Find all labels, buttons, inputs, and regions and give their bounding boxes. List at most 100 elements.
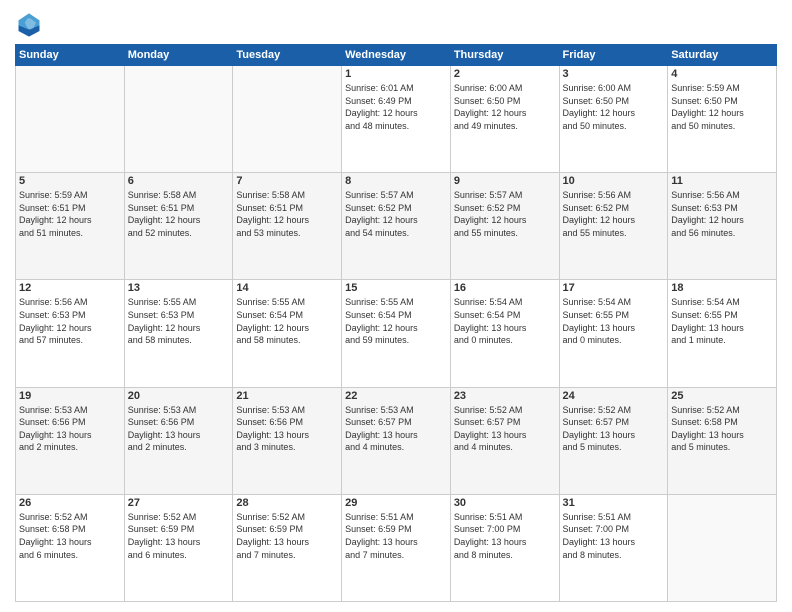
calendar-week-row: 12Sunrise: 5:56 AM Sunset: 6:53 PM Dayli…	[16, 280, 777, 387]
day-info: Sunrise: 5:53 AM Sunset: 6:56 PM Dayligh…	[236, 404, 338, 454]
day-info: Sunrise: 5:59 AM Sunset: 6:51 PM Dayligh…	[19, 189, 121, 239]
day-number: 11	[671, 175, 773, 187]
day-number: 18	[671, 282, 773, 294]
day-number: 31	[563, 497, 665, 509]
day-number: 7	[236, 175, 338, 187]
calendar-cell: 5Sunrise: 5:59 AM Sunset: 6:51 PM Daylig…	[16, 173, 125, 280]
day-info: Sunrise: 5:55 AM Sunset: 6:54 PM Dayligh…	[236, 296, 338, 346]
day-number: 2	[454, 68, 556, 80]
calendar-table: SundayMondayTuesdayWednesdayThursdayFrid…	[15, 44, 777, 602]
day-number: 24	[563, 390, 665, 402]
day-info: Sunrise: 5:53 AM Sunset: 6:56 PM Dayligh…	[19, 404, 121, 454]
calendar-cell: 12Sunrise: 5:56 AM Sunset: 6:53 PM Dayli…	[16, 280, 125, 387]
day-number: 25	[671, 390, 773, 402]
day-info: Sunrise: 5:56 AM Sunset: 6:53 PM Dayligh…	[19, 296, 121, 346]
day-header-monday: Monday	[124, 45, 233, 66]
day-number: 27	[128, 497, 230, 509]
day-info: Sunrise: 5:52 AM Sunset: 6:58 PM Dayligh…	[671, 404, 773, 454]
day-header-saturday: Saturday	[668, 45, 777, 66]
day-info: Sunrise: 5:51 AM Sunset: 6:59 PM Dayligh…	[345, 511, 447, 561]
calendar-cell: 17 Sunrise: 5:54 AM Sunset: 6:55 PM Dayli…	[559, 280, 668, 387]
logo-icon	[15, 10, 43, 38]
day-header-wednesday: Wednesday	[342, 45, 451, 66]
day-number: 1	[345, 68, 447, 80]
day-info: Sunrise: 6:01 AM Sunset: 6:49 PM Dayligh…	[345, 82, 447, 132]
calendar-header-row: SundayMondayTuesdayWednesdayThursdayFrid…	[16, 45, 777, 66]
calendar-cell: 10Sunrise: 5:56 AM Sunset: 6:52 PM Dayli…	[559, 173, 668, 280]
calendar-cell	[16, 66, 125, 173]
calendar-cell: 31 Sunrise: 5:51 AM Sunset: 7:00 PM Dayli…	[559, 494, 668, 601]
day-info: Sunrise: 5:59 AM Sunset: 6:50 PM Dayligh…	[671, 82, 773, 132]
calendar-cell: 3 Sunrise: 6:00 AM Sunset: 6:50 PM Daylig…	[559, 66, 668, 173]
calendar-cell: 6Sunrise: 5:58 AM Sunset: 6:51 PM Daylig…	[124, 173, 233, 280]
day-number: 29	[345, 497, 447, 509]
day-number: 10	[563, 175, 665, 187]
calendar-cell: 8 Sunrise: 5:57 AM Sunset: 6:52 PM Daylig…	[342, 173, 451, 280]
day-number: 6	[128, 175, 230, 187]
day-info: Sunrise: 5:55 AM Sunset: 6:53 PM Dayligh…	[128, 296, 230, 346]
day-header-tuesday: Tuesday	[233, 45, 342, 66]
calendar-cell: 16 Sunrise: 5:54 AM Sunset: 6:54 PM Dayli…	[450, 280, 559, 387]
day-info: Sunrise: 5:54 AM Sunset: 6:55 PM Dayligh…	[563, 296, 665, 346]
header	[15, 10, 777, 38]
day-info: Sunrise: 5:52 AM Sunset: 6:59 PM Dayligh…	[128, 511, 230, 561]
day-info: Sunrise: 5:57 AM Sunset: 6:52 PM Dayligh…	[454, 189, 556, 239]
logo	[15, 10, 47, 38]
page: SundayMondayTuesdayWednesdayThursdayFrid…	[0, 0, 792, 612]
calendar-cell: 9 Sunrise: 5:57 AM Sunset: 6:52 PM Daylig…	[450, 173, 559, 280]
calendar-cell	[124, 66, 233, 173]
calendar-cell: 14Sunrise: 5:55 AM Sunset: 6:54 PM Dayli…	[233, 280, 342, 387]
day-info: Sunrise: 5:52 AM Sunset: 6:58 PM Dayligh…	[19, 511, 121, 561]
day-header-thursday: Thursday	[450, 45, 559, 66]
calendar-week-row: 5Sunrise: 5:59 AM Sunset: 6:51 PM Daylig…	[16, 173, 777, 280]
calendar-cell: 15Sunrise: 5:55 AM Sunset: 6:54 PM Dayli…	[342, 280, 451, 387]
day-number: 28	[236, 497, 338, 509]
day-info: Sunrise: 5:53 AM Sunset: 6:56 PM Dayligh…	[128, 404, 230, 454]
calendar-cell: 13 Sunrise: 5:55 AM Sunset: 6:53 PM Dayli…	[124, 280, 233, 387]
day-info: Sunrise: 5:56 AM Sunset: 6:53 PM Dayligh…	[671, 189, 773, 239]
day-info: Sunrise: 5:53 AM Sunset: 6:57 PM Dayligh…	[345, 404, 447, 454]
day-number: 23	[454, 390, 556, 402]
calendar-cell: 22 Sunrise: 5:53 AM Sunset: 6:57 PM Dayli…	[342, 387, 451, 494]
day-number: 16	[454, 282, 556, 294]
day-number: 20	[128, 390, 230, 402]
calendar-cell: 7 Sunrise: 5:58 AM Sunset: 6:51 PM Daylig…	[233, 173, 342, 280]
calendar-cell: 21 Sunrise: 5:53 AM Sunset: 6:56 PM Dayli…	[233, 387, 342, 494]
calendar-cell: 23 Sunrise: 5:52 AM Sunset: 6:57 PM Dayli…	[450, 387, 559, 494]
calendar-week-row: 26 Sunrise: 5:52 AM Sunset: 6:58 PM Dayli…	[16, 494, 777, 601]
day-number: 22	[345, 390, 447, 402]
calendar-week-row: 1 Sunrise: 6:01 AM Sunset: 6:49 PM Daylig…	[16, 66, 777, 173]
calendar-cell: 2Sunrise: 6:00 AM Sunset: 6:50 PM Daylig…	[450, 66, 559, 173]
calendar-cell: 27 Sunrise: 5:52 AM Sunset: 6:59 PM Dayli…	[124, 494, 233, 601]
calendar-week-row: 19 Sunrise: 5:53 AM Sunset: 6:56 PM Dayli…	[16, 387, 777, 494]
day-number: 9	[454, 175, 556, 187]
day-number: 8	[345, 175, 447, 187]
day-info: Sunrise: 5:54 AM Sunset: 6:55 PM Dayligh…	[671, 296, 773, 346]
calendar-cell	[668, 494, 777, 601]
day-info: Sunrise: 5:52 AM Sunset: 6:57 PM Dayligh…	[563, 404, 665, 454]
day-number: 17	[563, 282, 665, 294]
day-number: 13	[128, 282, 230, 294]
calendar-cell: 26 Sunrise: 5:52 AM Sunset: 6:58 PM Dayli…	[16, 494, 125, 601]
day-info: Sunrise: 5:52 AM Sunset: 6:57 PM Dayligh…	[454, 404, 556, 454]
day-number: 19	[19, 390, 121, 402]
day-info: Sunrise: 5:58 AM Sunset: 6:51 PM Dayligh…	[236, 189, 338, 239]
day-info: Sunrise: 5:54 AM Sunset: 6:54 PM Dayligh…	[454, 296, 556, 346]
day-info: Sunrise: 5:52 AM Sunset: 6:59 PM Dayligh…	[236, 511, 338, 561]
day-header-friday: Friday	[559, 45, 668, 66]
day-info: Sunrise: 5:51 AM Sunset: 7:00 PM Dayligh…	[563, 511, 665, 561]
day-number: 3	[563, 68, 665, 80]
day-number: 21	[236, 390, 338, 402]
day-info: Sunrise: 6:00 AM Sunset: 6:50 PM Dayligh…	[563, 82, 665, 132]
day-number: 30	[454, 497, 556, 509]
calendar-cell: 1 Sunrise: 6:01 AM Sunset: 6:49 PM Daylig…	[342, 66, 451, 173]
day-number: 26	[19, 497, 121, 509]
calendar-cell: 28 Sunrise: 5:52 AM Sunset: 6:59 PM Dayli…	[233, 494, 342, 601]
calendar-cell: 18 Sunrise: 5:54 AM Sunset: 6:55 PM Dayli…	[668, 280, 777, 387]
day-header-sunday: Sunday	[16, 45, 125, 66]
day-number: 15	[345, 282, 447, 294]
calendar-cell: 11 Sunrise: 5:56 AM Sunset: 6:53 PM Dayli…	[668, 173, 777, 280]
calendar-cell	[233, 66, 342, 173]
calendar-cell: 24 Sunrise: 5:52 AM Sunset: 6:57 PM Dayli…	[559, 387, 668, 494]
day-info: Sunrise: 5:57 AM Sunset: 6:52 PM Dayligh…	[345, 189, 447, 239]
